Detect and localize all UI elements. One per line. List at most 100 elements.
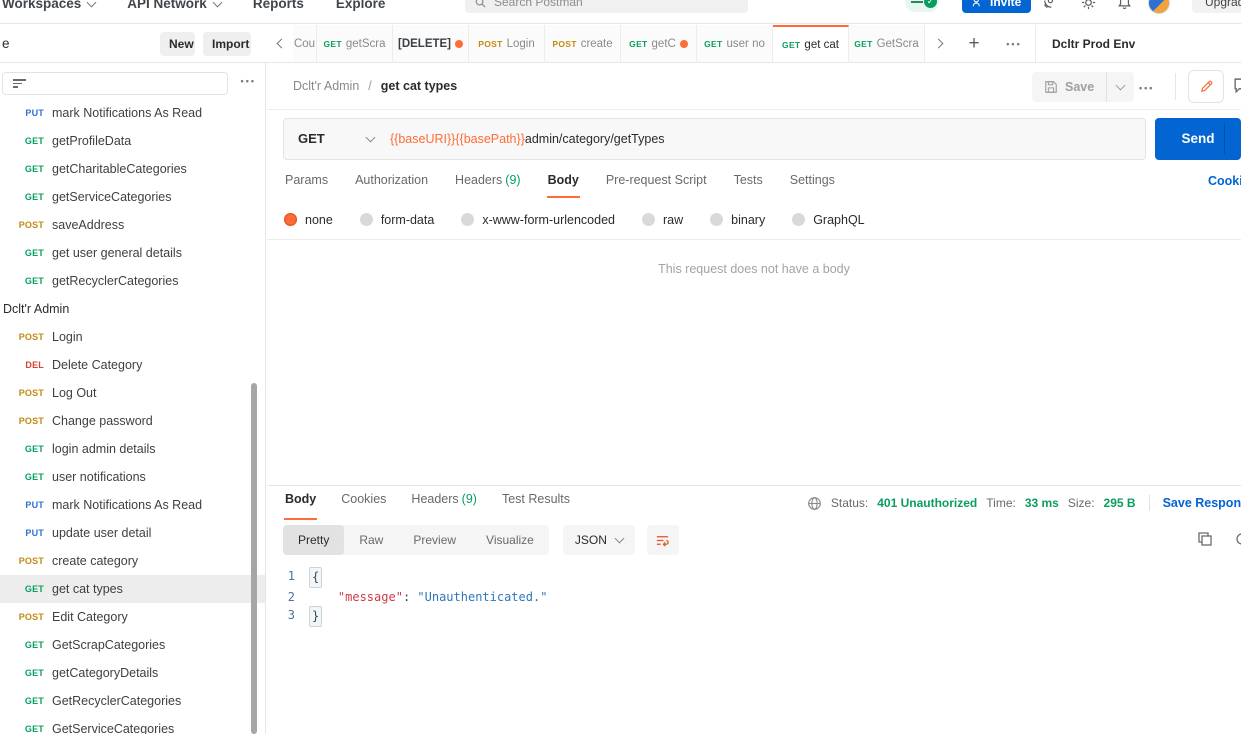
wrap-lines-button[interactable] [647,525,679,555]
import-button[interactable]: Import [203,32,251,56]
request-tab[interactable]: [DELETE] [393,25,469,62]
radio-button-icon[interactable] [360,213,373,226]
radio-button-icon[interactable] [642,213,655,226]
request-list-item[interactable]: GET GetScrapCategories [0,631,265,659]
response-view-tab[interactable]: Pretty [283,525,344,555]
save-options-button[interactable] [1106,72,1134,102]
request-list-item[interactable]: GET getCategoryDetails [0,659,265,687]
request-config-tab[interactable]: Settings [789,167,836,196]
request-config-tab[interactable]: Tests [733,167,764,196]
copy-response-button[interactable] [1197,531,1213,547]
request-list-item[interactable]: PUT mark Notifications As Read [0,99,265,127]
request-list-item[interactable]: DEL Delete Category [0,351,265,379]
request-more-actions-button[interactable]: ••• [1139,83,1154,93]
new-button[interactable]: New [160,32,195,56]
request-list-item[interactable]: GET GetRecyclerCategories [0,687,265,715]
tabs-scroll-left-button[interactable] [267,25,293,62]
new-tab-button[interactable]: + [955,25,993,62]
request-config-tab[interactable]: Pre-request Script [605,167,708,196]
response-tab[interactable]: Cookies [340,486,387,520]
radio-button-icon[interactable] [284,213,297,226]
send-button[interactable]: Send [1155,118,1241,160]
request-list-item[interactable]: POST Login [0,323,265,351]
settings-gear-icon[interactable] [1081,0,1096,10]
comment-icon[interactable] [1233,77,1241,94]
radio-button-icon[interactable] [461,213,474,226]
request-list-item[interactable]: GET getCharitableCategories [0,155,265,183]
save-split-button[interactable]: Save [1032,72,1134,102]
tab-options-button[interactable]: ••• [993,25,1035,62]
response-body-viewer[interactable]: 1{ 2 "message": "Unauthenticated." 3} [267,567,1241,627]
breadcrumb-collection[interactable]: Dclt'r Admin [293,79,359,93]
environment-selector[interactable]: Dcltr Prod Env [1035,25,1241,62]
request-config-tab[interactable]: Params [284,167,329,196]
request-tab[interactable]: POST Login [469,25,545,62]
request-tab[interactable]: GET GetScra [849,25,925,62]
body-type-option[interactable]: GraphQL [792,213,864,227]
top-nav-item[interactable]: API Network [127,0,221,11]
search-response-button[interactable] [1235,532,1241,548]
request-list-item[interactable]: GET login admin details [0,435,265,463]
breadcrumb-request-name[interactable]: get cat types [381,79,457,93]
body-type-option[interactable]: form-data [360,213,435,227]
request-config-tab[interactable]: Headers(9) [454,167,522,196]
request-tab[interactable]: POST create [545,25,621,62]
invite-button[interactable]: Invite [962,0,1031,13]
sidebar-scrollbar[interactable] [251,383,257,734]
collection-filter-input[interactable] [2,72,228,95]
response-tab[interactable]: Headers(9) [410,486,478,520]
request-list-item[interactable]: GET getServiceCategories [0,183,265,211]
request-list-item[interactable]: GET getProfileData [0,127,265,155]
body-type-option[interactable]: none [284,213,333,227]
request-list-item[interactable]: GET get user general details [0,239,265,267]
sync-status-indicator[interactable]: ✓ [905,0,939,12]
notifications-bell-icon[interactable] [1117,0,1132,10]
fold-brace[interactable]: } [309,606,322,627]
response-tab[interactable]: Body [284,486,317,520]
top-nav-item[interactable]: Reports [253,0,304,11]
request-list-item[interactable]: PUT update user detail [0,519,265,547]
body-type-option[interactable]: binary [710,213,765,227]
response-view-tab[interactable]: Raw [344,525,398,555]
request-list-item[interactable]: GET get cat types [0,575,265,603]
request-list-item[interactable]: GET getRecyclerCategories [0,267,265,295]
top-nav-item[interactable]: Workspaces [2,0,95,11]
save-response-button[interactable]: Save Response [1163,496,1241,510]
body-type-option[interactable]: x-www-form-urlencoded [461,213,615,227]
request-list-item[interactable]: POST saveAddress [0,211,265,239]
request-list-item[interactable]: POST Edit Category [0,603,265,631]
radio-button-icon[interactable] [710,213,723,226]
request-config-tab[interactable]: Authorization [354,167,429,196]
response-format-selector[interactable]: JSON [563,525,635,555]
body-type-option[interactable]: raw [642,213,683,227]
tabs-scroll-right-button[interactable] [925,25,955,62]
global-search-input[interactable]: Search Postman [465,0,748,13]
response-tab[interactable]: Test Results [501,486,571,520]
network-globe-icon[interactable] [807,496,822,511]
request-tab[interactable]: GET get cat [773,25,849,62]
top-nav-item[interactable]: Explore [336,0,386,11]
request-tab[interactable]: GET getC [621,25,697,62]
sidebar-more-button[interactable]: ••• [241,76,256,86]
request-list-item[interactable]: POST create category [0,547,265,575]
request-tab[interactable]: Cou [293,25,317,62]
request-list-item[interactable]: PUT mark Notifications As Read [0,491,265,519]
request-list-item[interactable]: GET GetServiceCategories [0,715,265,734]
method-selector[interactable]: GET [284,131,390,146]
radio-button-icon[interactable] [792,213,805,226]
request-tab[interactable]: GET user no [697,25,773,62]
cookies-link[interactable]: Cookies [1208,174,1241,188]
edit-documentation-button[interactable] [1188,70,1224,103]
request-tab[interactable]: GET getScra [317,25,393,62]
satellite-icon[interactable] [1042,0,1057,10]
request-list-item[interactable]: Dclt'r Admin [0,295,265,323]
fold-brace[interactable]: { [309,567,322,588]
response-view-tab[interactable]: Preview [398,525,471,555]
response-view-tab[interactable]: Visualize [471,525,549,555]
request-list-item[interactable]: GET user notifications [0,463,265,491]
user-avatar[interactable] [1148,0,1170,14]
request-list-item[interactable]: POST Change password [0,407,265,435]
request-list-item[interactable]: POST Log Out [0,379,265,407]
request-config-tab[interactable]: Body [547,167,580,198]
upgrade-button[interactable]: Upgrade [1192,0,1241,13]
